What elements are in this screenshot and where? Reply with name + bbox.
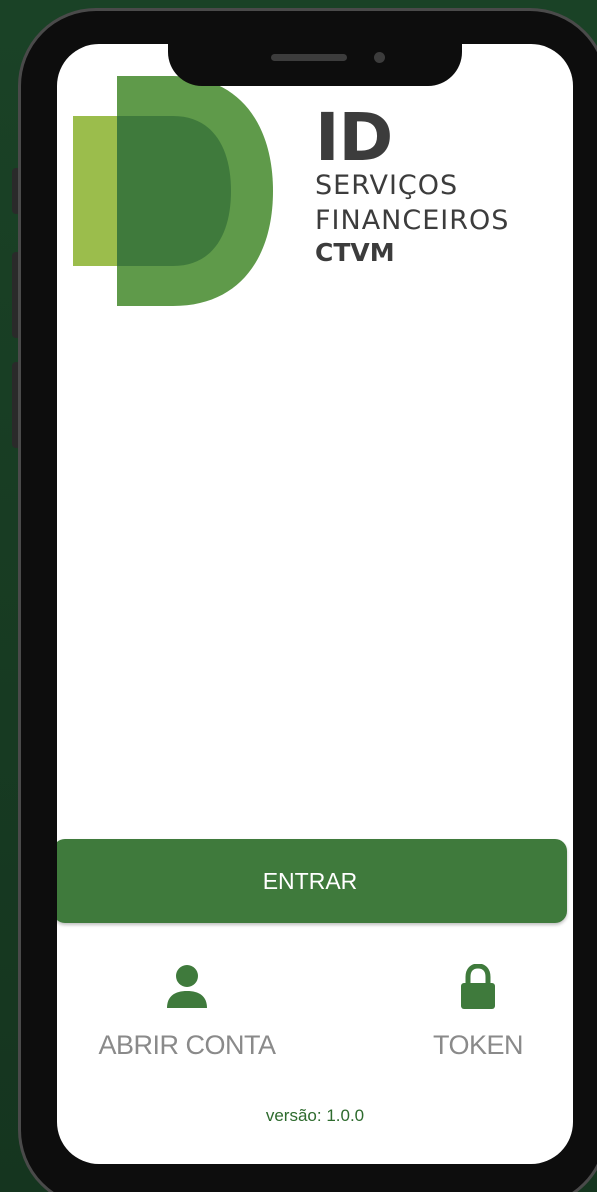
enter-button-label: ENTRAR (262, 867, 358, 894)
brand-logo-mark (73, 76, 273, 306)
notch-camera (374, 52, 385, 63)
phone-notch (168, 30, 462, 86)
brand-services-text: SERVIÇOS (315, 170, 459, 201)
brand-financial-text: FINANCEIROS (315, 205, 510, 236)
brand-id-text: ID (315, 99, 393, 176)
lock-icon (461, 964, 495, 1009)
brand-wordmark: ID SERVIÇOS FINANCEIROS CTVM (315, 99, 510, 268)
version-number: 1.0.0 (326, 1106, 365, 1125)
phone-screen: ID SERVIÇOS FINANCEIROS CTVM ENTRAR ABRI… (57, 44, 573, 1164)
token-label: TOKEN (432, 1030, 524, 1060)
app-version: versão: 1.0.0 (57, 1106, 573, 1126)
enter-button[interactable]: ENTRAR (57, 839, 567, 923)
user-icon (167, 965, 207, 1008)
open-account-button[interactable]: ABRIR CONTA (87, 964, 287, 1061)
notch-speaker (271, 54, 347, 61)
brand-ctvm-text: CTVM (315, 238, 395, 267)
open-account-label: ABRIR CONTA (98, 1030, 276, 1060)
token-button[interactable]: TOKEN (423, 964, 533, 1061)
version-prefix: versão: (265, 1106, 322, 1125)
app-screenshot: ID SERVIÇOS FINANCEIROS CTVM ENTRAR ABRI… (0, 0, 597, 1192)
